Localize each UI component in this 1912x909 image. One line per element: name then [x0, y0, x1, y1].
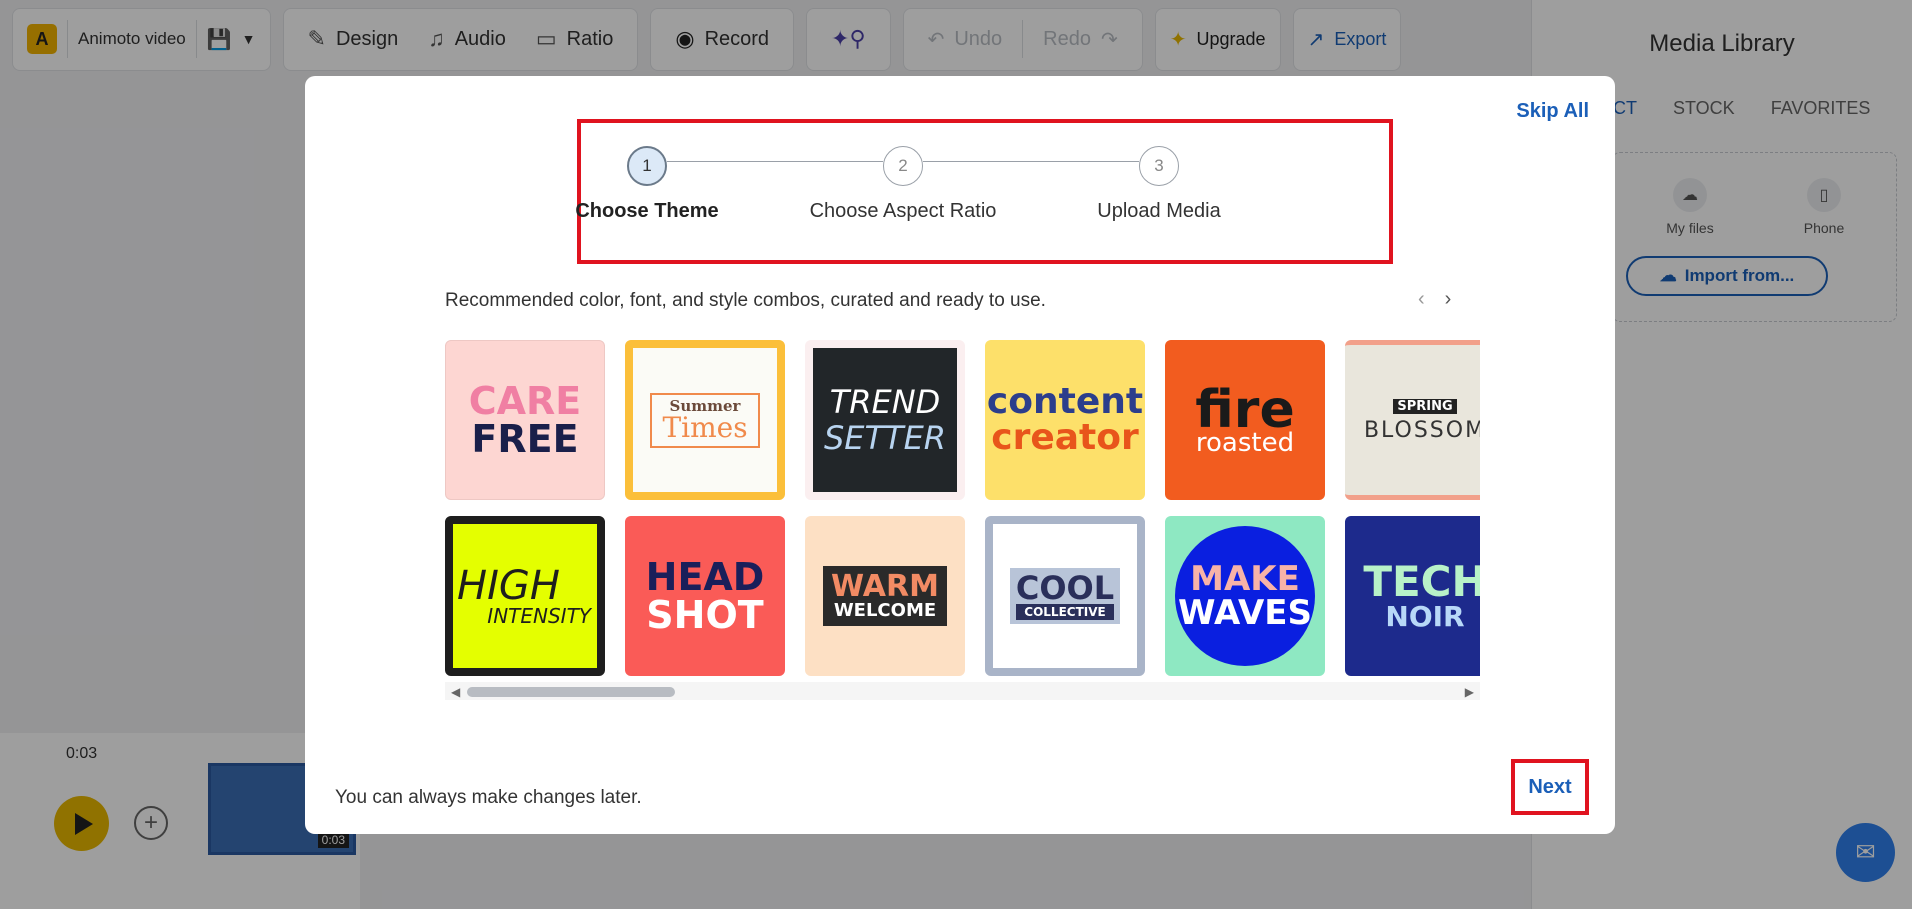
onboarding-modal: Skip All 1 Choose Theme 2 Choose Aspect … — [305, 76, 1615, 834]
theme-head-shot[interactable]: HEAD SHOT — [625, 516, 785, 676]
theme-spring-blossom[interactable]: SPRING BLOSSOM — [1345, 340, 1480, 500]
theme-warm-welcome[interactable]: WARM WELCOME — [805, 516, 965, 676]
carousel-arrows: ‹ › — [1418, 288, 1451, 311]
theme-grid: CARE FREE Summer Times TREND SETTER cont… — [445, 340, 1480, 682]
recommendation-text: Recommended color, font, and style combo… — [445, 290, 1046, 311]
theme-content-creator[interactable]: content creator — [985, 340, 1145, 500]
step-choose-aspect-ratio: 2 Choose Aspect Ratio — [773, 146, 1033, 223]
theme-summer-times[interactable]: Summer Times — [625, 340, 785, 500]
step-choose-theme: 1 Choose Theme — [517, 146, 777, 223]
step-upload-media: 3 Upload Media — [1029, 146, 1289, 223]
scrollbar-thumb[interactable] — [467, 687, 675, 697]
theme-fire-roasted[interactable]: fire roasted — [1165, 340, 1325, 500]
theme-tech-noir[interactable]: TECH NOIR — [1345, 516, 1480, 676]
theme-trend-setter[interactable]: TREND SETTER — [805, 340, 965, 500]
scroll-left-icon[interactable]: ◀ — [451, 685, 460, 699]
prev-arrow-icon[interactable]: ‹ — [1418, 288, 1425, 311]
scroll-right-icon[interactable]: ▶ — [1465, 685, 1474, 699]
skip-all-button[interactable]: Skip All — [1516, 100, 1589, 123]
theme-cool-collective[interactable]: COOL COLLECTIVE — [985, 516, 1145, 676]
theme-care-free[interactable]: CARE FREE — [445, 340, 605, 500]
footer-note: You can always make changes later. — [335, 787, 642, 808]
next-arrow-icon[interactable]: › — [1445, 288, 1452, 311]
next-button[interactable]: Next — [1511, 759, 1589, 815]
theme-high-intensity[interactable]: HIGH INTENSITY — [445, 516, 605, 676]
theme-horizontal-scrollbar[interactable]: ◀ ▶ — [445, 682, 1480, 700]
theme-make-waves[interactable]: MAKE WAVES — [1165, 516, 1325, 676]
